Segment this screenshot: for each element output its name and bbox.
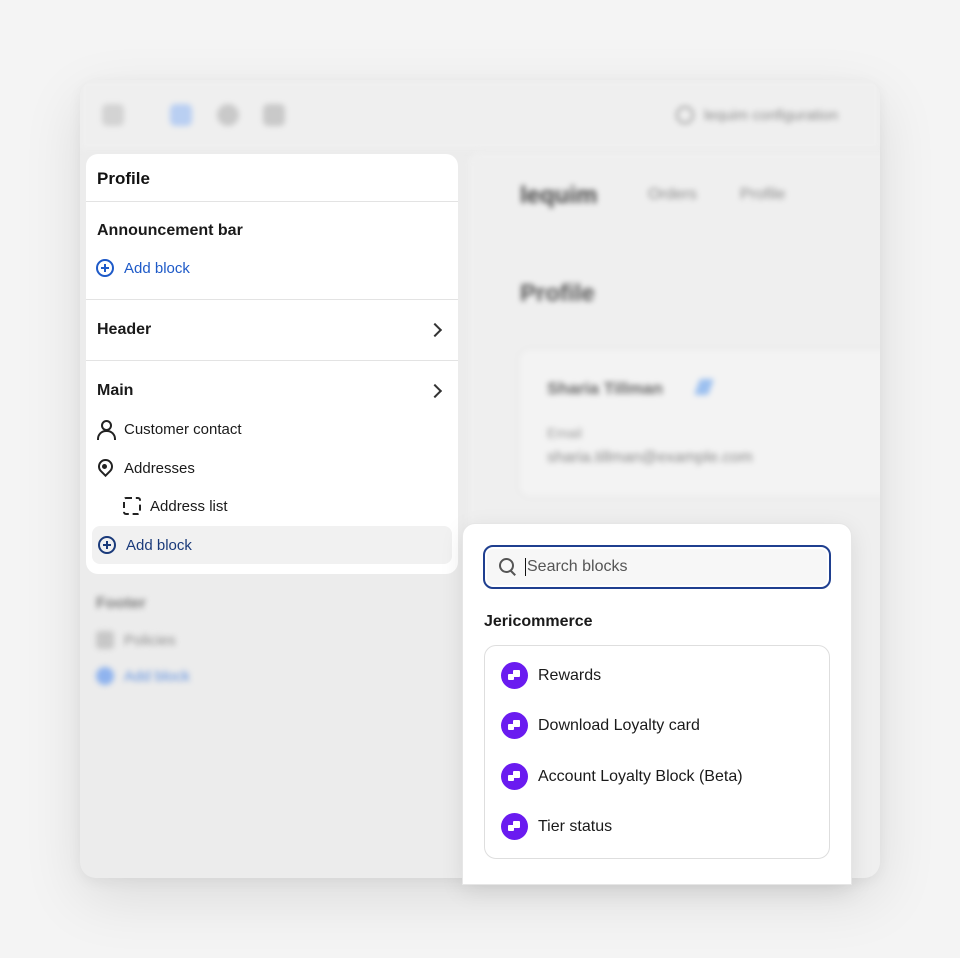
footer-group: Footer Policies Add block <box>96 595 190 685</box>
divider <box>86 360 458 361</box>
add-block-label: Add block <box>126 536 192 554</box>
app-group-title: Jericommerce <box>484 613 593 630</box>
policy-icon <box>96 631 114 649</box>
email-value: sharia.tillman@example.com <box>547 449 753 466</box>
block-customer-contact[interactable]: Customer contact <box>96 420 242 440</box>
chevron-right-icon[interactable] <box>427 383 443 399</box>
nav-profile[interactable]: Profile <box>740 186 785 204</box>
search-blocks-field[interactable] <box>483 545 831 589</box>
sidebar-title: Profile <box>97 169 150 188</box>
add-block-label: Add block <box>124 259 190 277</box>
mobile-view-icon[interactable] <box>217 104 239 126</box>
block-option-label: Account Loyalty Block (Beta) <box>538 767 743 785</box>
nav-orders[interactable]: Orders <box>648 186 697 204</box>
footer-item-label: Policies <box>124 631 176 649</box>
preview-page-heading: Profile <box>520 280 595 307</box>
desktop-view-icon[interactable] <box>170 104 192 126</box>
location-pin-icon <box>96 459 114 477</box>
main-add-block-button[interactable]: Add block <box>92 526 452 564</box>
frame-icon <box>123 497 141 515</box>
jericommerce-app-icon <box>501 763 528 790</box>
block-option-download-loyalty-card[interactable]: Download Loyalty card <box>501 712 700 739</box>
search-icon <box>499 558 517 576</box>
divider <box>86 299 458 300</box>
footer-add-block-label: Add block <box>124 667 190 685</box>
block-option-label: Rewards <box>538 666 602 684</box>
customer-card: Sharia Tillman Email sharia.tillman@exam… <box>518 348 880 498</box>
config-search[interactable]: lequim configuration <box>676 104 880 126</box>
add-circle-icon <box>98 536 116 554</box>
search-blocks-input[interactable] <box>525 558 815 576</box>
section-sidebar: Profile Announcement bar Add block Heade… <box>86 154 458 574</box>
block-option-tier-status[interactable]: Tier status <box>501 813 612 840</box>
block-label: Addresses <box>124 459 195 477</box>
divider <box>86 201 458 202</box>
jericommerce-app-icon <box>501 813 528 840</box>
footer-item-policies[interactable]: Policies <box>96 631 190 649</box>
customer-name: Sharia Tillman <box>547 379 663 398</box>
add-circle-icon <box>96 667 114 685</box>
main-section-title[interactable]: Main <box>97 382 133 400</box>
add-circle-icon <box>96 259 114 277</box>
block-address-list[interactable]: Address list <box>123 497 228 515</box>
block-option-rewards[interactable]: Rewards <box>501 662 601 689</box>
block-picker-popover: Jericommerce Rewards Download Loyalty ca… <box>463 524 851 884</box>
footer-title[interactable]: Footer <box>96 595 190 613</box>
edit-pencil-icon[interactable] <box>694 379 714 395</box>
block-label: Address list <box>150 497 228 515</box>
fullscreen-icon[interactable] <box>263 104 285 126</box>
search-icon <box>676 106 694 124</box>
top-bar: lequim configuration <box>80 80 880 150</box>
email-label: Email <box>547 425 583 441</box>
block-addresses[interactable]: Addresses <box>96 459 195 477</box>
announcement-bar-title[interactable]: Announcement bar <box>97 222 243 240</box>
chevron-right-icon[interactable] <box>427 322 443 338</box>
jericommerce-app-icon <box>501 712 528 739</box>
announcement-add-block-button[interactable]: Add block <box>96 259 190 277</box>
shop-name: lequim <box>520 182 598 209</box>
config-search-text: lequim configuration <box>704 106 839 124</box>
block-label: Customer contact <box>124 420 242 438</box>
exit-icon[interactable] <box>102 104 124 126</box>
jericommerce-app-icon <box>501 662 528 689</box>
footer-add-block[interactable]: Add block <box>96 667 190 685</box>
block-option-label: Tier status <box>538 817 613 835</box>
block-option-account-loyalty-block[interactable]: Account Loyalty Block (Beta) <box>501 763 743 790</box>
block-option-label: Download Loyalty card <box>538 716 700 734</box>
header-section-title[interactable]: Header <box>97 321 151 339</box>
person-icon <box>96 420 116 440</box>
app-block-list: Rewards Download Loyalty card Account Lo… <box>484 645 830 859</box>
